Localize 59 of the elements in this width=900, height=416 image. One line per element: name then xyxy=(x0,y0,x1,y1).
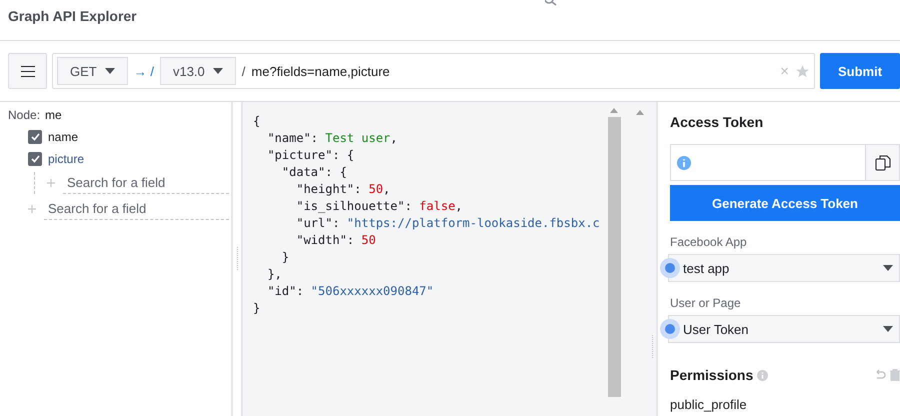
dot-icon xyxy=(660,258,680,278)
info-icon xyxy=(757,370,768,380)
code-line: "is_silhouette": false, xyxy=(295,198,464,215)
permissions-heading: Permissions xyxy=(670,367,754,383)
caret-icon xyxy=(883,326,893,332)
trash-icon[interactable] xyxy=(890,369,900,381)
code-line: "height": 50, xyxy=(295,181,392,198)
caret-icon xyxy=(104,68,115,74)
access-token-heading: Access Token xyxy=(670,114,764,130)
select-dropdown[interactable]: test app xyxy=(668,254,900,282)
copy-button[interactable] xyxy=(865,145,899,180)
plus-icon xyxy=(28,205,36,213)
code-line: } xyxy=(253,300,262,317)
search-icon[interactable] xyxy=(545,0,557,6)
permission-item: public_profile xyxy=(670,397,748,412)
code-line: "id": "506xxxxxx090847" xyxy=(266,283,435,300)
node-label: Node: xyxy=(8,108,40,122)
star-icon[interactable] xyxy=(795,64,810,78)
code-line: "width": 50 xyxy=(295,232,377,249)
field-name[interactable]: name xyxy=(48,130,78,144)
field-name[interactable]: picture xyxy=(48,152,84,166)
submit-button[interactable]: Submit xyxy=(820,53,900,89)
scrollbar-thumb[interactable] xyxy=(608,117,620,397)
menu-button[interactable] xyxy=(8,53,47,89)
caret-icon xyxy=(212,68,223,74)
code-line: "data": { xyxy=(280,164,348,181)
select-label: Facebook App xyxy=(670,235,748,249)
path-separator: / xyxy=(242,64,246,78)
code-line: "name": Test user, xyxy=(266,130,399,147)
resize-handle-icon[interactable] xyxy=(651,335,654,359)
code-line: }, xyxy=(266,266,283,283)
undo-icon[interactable] xyxy=(874,369,886,381)
copy-icon xyxy=(874,154,890,170)
scroll-up-icon[interactable] xyxy=(610,108,618,113)
code-line: "picture": { xyxy=(266,147,356,164)
caret-icon xyxy=(883,265,893,271)
menu-icon xyxy=(20,66,34,76)
app-title: Graph API Explorer xyxy=(8,8,137,24)
code-line: { xyxy=(253,113,262,130)
check-icon xyxy=(30,133,40,141)
code-line: "url": "https://platform-lookaside.fbsbx.c xyxy=(295,215,601,232)
scroll-up-icon[interactable] xyxy=(636,110,644,115)
field-checkbox[interactable] xyxy=(28,152,42,166)
check-icon xyxy=(30,155,40,163)
dot-icon xyxy=(660,319,680,339)
path-arrow: → / xyxy=(134,64,154,78)
info-icon xyxy=(677,156,691,170)
code-line: } xyxy=(280,249,290,266)
generate-token-button[interactable]: Generate Access Token xyxy=(670,185,900,221)
select-label: User or Page xyxy=(670,296,742,310)
field-checkbox[interactable] xyxy=(28,130,42,144)
version-dropdown[interactable]: v13.0 xyxy=(160,57,236,85)
method-dropdown[interactable]: GET xyxy=(57,57,128,85)
node-name: me xyxy=(45,108,62,122)
access-token-field[interactable] xyxy=(670,144,900,181)
resize-handle-icon[interactable] xyxy=(236,247,238,271)
plus-icon xyxy=(47,179,55,187)
request-field[interactable]: GET → / v13.0 / me?fields=name,picture × xyxy=(52,53,815,89)
select-dropdown[interactable]: User Token xyxy=(668,315,900,343)
